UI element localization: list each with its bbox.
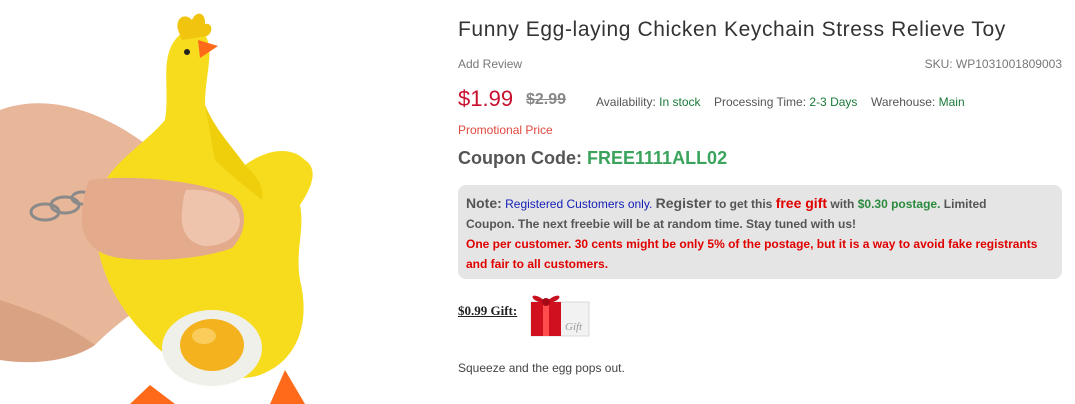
product-image[interactable] (0, 0, 440, 404)
gift-price-label: $0.99 Gift: (458, 303, 518, 318)
postage-text: $0.30 postage. (857, 197, 941, 211)
registered-only-text: Registered Customers only. (505, 197, 653, 211)
coupon-code: Coupon Code: FREE1111ALL02 (458, 148, 727, 169)
get-this-text: to get this (715, 197, 773, 211)
note-label: Note: (466, 195, 502, 211)
register-link[interactable]: Register (656, 195, 712, 211)
product-description: Squeeze and the egg pops out. (458, 361, 625, 375)
coupon-label: Coupon Code: (458, 148, 582, 168)
add-review-link[interactable]: Add Review (458, 57, 522, 71)
processing-time: Processing Time: 2-3 Days (714, 95, 857, 109)
warehouse-value: Main (938, 95, 965, 109)
processing-label: Processing Time: (714, 95, 807, 109)
note-line-2: Coupon. The next freebie will be at rand… (466, 217, 857, 231)
availability: Availability: In stock (596, 95, 701, 109)
sku-text: SKU: WP1031001809003 (924, 57, 1062, 71)
gift-row: $0.99 Gift: Gift (458, 288, 658, 338)
limited-text: Limited (943, 197, 987, 211)
note-line-4: and fair to all customers. (466, 257, 609, 271)
availability-label: Availability: (596, 95, 656, 109)
gift-badge-text: Gift (565, 321, 583, 333)
price-row: $1.99 $2.99 Availability: In stock Proce… (458, 86, 1062, 114)
promotional-price-label: Promotional Price (458, 123, 553, 137)
product-title: Funny Egg-laying Chicken Keychain Stress… (458, 18, 1006, 41)
warehouse: Warehouse: Main (871, 95, 965, 109)
free-gift-text: free gift (775, 195, 828, 211)
note-line-3: One per customer. 30 cents might be only… (466, 237, 1038, 251)
note-line-1: Note: Registered Customers only. Registe… (466, 193, 1054, 214)
chicken-toy-photo (0, 13, 313, 404)
with-text: with (830, 197, 855, 211)
coupon-code-value: FREE1111ALL02 (587, 148, 728, 168)
warehouse-label: Warehouse: (871, 95, 936, 109)
note-box: Note: Registered Customers only. Registe… (458, 185, 1062, 279)
gift-box-icon[interactable]: Gift (525, 288, 595, 338)
processing-value: 2-3 Days (809, 95, 858, 109)
availability-value: In stock (659, 95, 701, 109)
current-price: $1.99 (458, 86, 514, 111)
original-price: $2.99 (526, 91, 567, 108)
